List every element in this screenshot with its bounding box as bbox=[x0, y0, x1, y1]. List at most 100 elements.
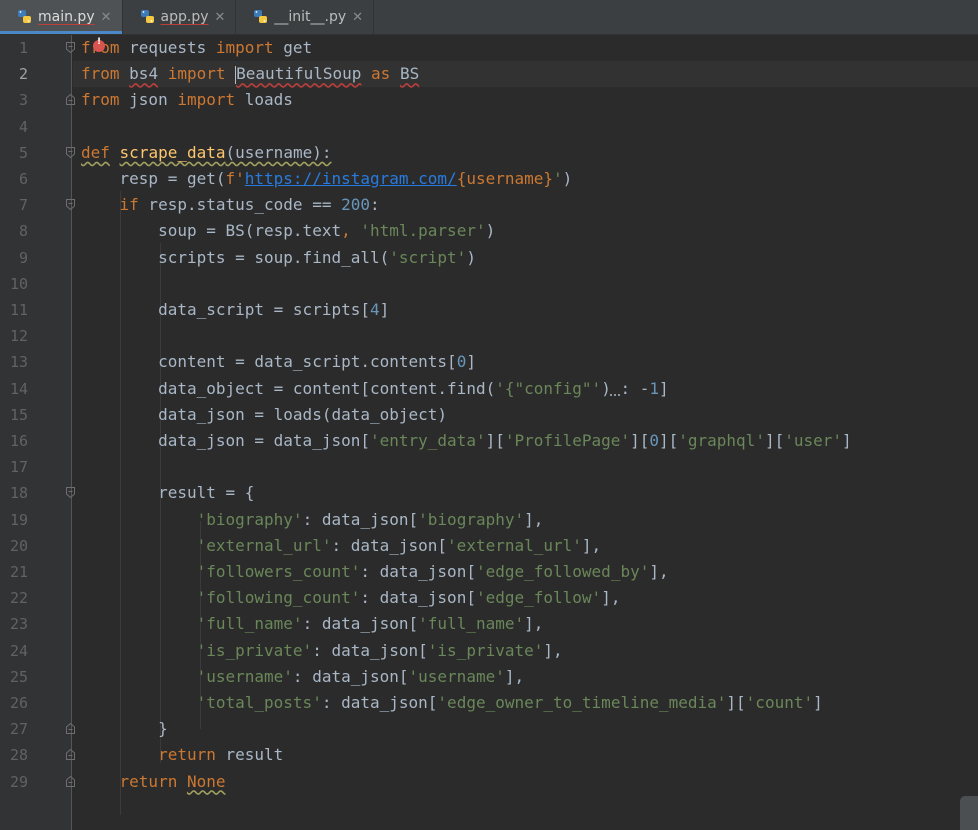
code-line[interactable]: from bs4 import BeautifulSoup as BS bbox=[73, 61, 978, 88]
gutter-row[interactable]: 14 bbox=[0, 376, 72, 402]
code-token: 'edge_follow' bbox=[475, 588, 602, 608]
line-number: 7 bbox=[18, 196, 28, 215]
code-line[interactable]: scripts = soup.find_all('script') bbox=[73, 245, 978, 271]
code-token: https://instagram.com/ bbox=[244, 169, 457, 188]
code-line[interactable]: from requests import get bbox=[73, 35, 978, 61]
code-line[interactable]: 'biography': data_json['biography'], bbox=[73, 507, 978, 533]
code-token: : data_json[ bbox=[292, 666, 409, 686]
code-line[interactable] bbox=[73, 454, 978, 480]
code-token: ] bbox=[466, 352, 476, 372]
code-line[interactable]: result = { bbox=[73, 480, 978, 506]
gutter-row[interactable]: 20 bbox=[0, 533, 72, 559]
gutter-row[interactable]: 16 bbox=[0, 428, 72, 454]
code-token: import bbox=[215, 38, 274, 57]
tab-app-py[interactable]: app.py ✕ bbox=[123, 0, 237, 34]
code-token: ], bbox=[504, 666, 525, 686]
code-line[interactable] bbox=[73, 323, 978, 349]
gutter-row[interactable]: 11 bbox=[0, 297, 72, 323]
code-token: return bbox=[119, 771, 178, 791]
scroll-corner-widget[interactable] bbox=[960, 796, 978, 830]
error-bulb-icon[interactable] bbox=[93, 37, 105, 52]
gutter-row[interactable]: 17 bbox=[0, 454, 72, 480]
code-line[interactable] bbox=[73, 271, 978, 297]
gutter-row[interactable]: 7 bbox=[0, 192, 75, 218]
gutter-row[interactable]: 25 bbox=[0, 664, 72, 690]
gutter-row[interactable]: 24 bbox=[0, 638, 72, 664]
gutter-row[interactable]: 13 bbox=[0, 349, 72, 375]
code-token: 0 bbox=[456, 352, 467, 372]
close-icon[interactable]: ✕ bbox=[352, 10, 363, 25]
gutter-row[interactable]: 23 bbox=[0, 611, 72, 637]
code-token: 'full_name' bbox=[418, 614, 525, 634]
gutter-row[interactable]: 8 bbox=[0, 218, 72, 244]
gutter-row[interactable]: 10 bbox=[0, 271, 72, 297]
code-line[interactable]: data_json = loads(data_object) bbox=[73, 402, 978, 428]
code-line[interactable]: from json import loads bbox=[73, 87, 978, 113]
code-line[interactable]: resp = get(f'https://instagram.com/{user… bbox=[73, 166, 978, 192]
gutter-row[interactable]: 1 bbox=[0, 35, 75, 61]
gutter-row[interactable]: 6 bbox=[0, 166, 72, 192]
gutter-row[interactable]: 28 bbox=[0, 742, 75, 768]
code-editor[interactable]: from requests import getfrom bs4 import … bbox=[73, 35, 978, 830]
code-line[interactable]: data_script = scripts[4] bbox=[73, 297, 978, 323]
code-line[interactable]: 'external_url': data_json['external_url'… bbox=[73, 533, 978, 559]
code-token: loads bbox=[235, 90, 293, 110]
code-line[interactable]: 'full_name': data_json['full_name'], bbox=[73, 611, 978, 637]
gutter-row[interactable]: 18 bbox=[0, 480, 75, 506]
code-line[interactable]: soup = BS(resp.text, 'html.parser') bbox=[73, 218, 978, 244]
code-token: 'entry_data' bbox=[369, 431, 486, 450]
code-token: 'script' bbox=[389, 247, 467, 267]
close-icon[interactable]: ✕ bbox=[215, 10, 226, 25]
gutter-row[interactable]: 3 bbox=[0, 87, 75, 113]
code-token: {username} bbox=[456, 169, 554, 188]
code-line[interactable]: } bbox=[73, 716, 978, 742]
code-line[interactable]: 'is_private': data_json['is_private'], bbox=[73, 638, 978, 664]
line-number: 14 bbox=[9, 379, 28, 398]
code-line[interactable]: 'total_posts': data_json['edge_owner_to_… bbox=[73, 690, 978, 716]
code-token: bs4 bbox=[129, 64, 159, 84]
tab-init-py[interactable]: __init__.py ✕ bbox=[236, 0, 375, 34]
code-token: as bbox=[371, 64, 391, 84]
code-token: json bbox=[119, 90, 178, 110]
code-token: import bbox=[177, 90, 236, 110]
code-token: ' bbox=[553, 169, 563, 188]
code-line[interactable]: data_object = content[content.find('{"co… bbox=[73, 376, 978, 402]
gutter-row[interactable]: 22 bbox=[0, 585, 72, 611]
code-line[interactable] bbox=[73, 114, 978, 140]
gutter-row[interactable]: 27 bbox=[0, 716, 75, 742]
close-icon[interactable]: ✕ bbox=[101, 10, 112, 25]
gutter-row[interactable]: 21 bbox=[0, 559, 72, 585]
gutter-row[interactable]: 15 bbox=[0, 402, 72, 428]
code-line[interactable]: if resp.status_code == 200: bbox=[73, 192, 978, 218]
gutter-row[interactable]: 5 bbox=[0, 140, 75, 166]
code-line[interactable]: 'following_count': data_json['edge_follo… bbox=[73, 585, 978, 611]
gutter-row[interactable]: 12 bbox=[0, 323, 72, 349]
code-token: : data_json[ bbox=[360, 588, 476, 608]
code-line[interactable]: 'username': data_json['username'], bbox=[73, 664, 978, 690]
code-line[interactable]: content = data_script.contents[0] bbox=[73, 349, 978, 375]
line-number-gutter[interactable]: 1 2 3 4 5 6 7 8 9 10 11 12 13 14 15 16 17 18 19 20 21 22 23 24 2… bbox=[0, 35, 75, 830]
code-line[interactable]: data_json = data_json['entry_data']['Pro… bbox=[73, 428, 978, 454]
code-token: ] bbox=[379, 300, 390, 319]
code-line[interactable]: return None bbox=[73, 769, 978, 795]
gutter-row[interactable]: 26 bbox=[0, 690, 72, 716]
gutter-row[interactable]: 29 bbox=[0, 769, 75, 795]
gutter-row[interactable]: 9 bbox=[0, 245, 72, 271]
editor-window: main.py ✕ app.py ✕ __init__.py ✕ 1 2 3 4… bbox=[0, 0, 978, 830]
gutter-row[interactable]: 4 bbox=[0, 114, 72, 140]
code-token: ], bbox=[524, 614, 544, 634]
code-token: : bbox=[370, 195, 380, 215]
code-line[interactable]: return result bbox=[73, 742, 978, 768]
tab-main-py[interactable]: main.py ✕ bbox=[0, 0, 123, 34]
code-line[interactable]: def scrape_data(username): bbox=[73, 140, 978, 166]
gutter-row[interactable]: 19 bbox=[0, 507, 72, 533]
line-number: 2 bbox=[18, 65, 28, 84]
code-token: 'full_name' bbox=[196, 614, 303, 634]
code-token: from bbox=[81, 90, 120, 110]
code-line[interactable]: 'followers_count': data_json['edge_follo… bbox=[73, 559, 978, 585]
gutter-row[interactable]: 2 bbox=[0, 61, 72, 87]
